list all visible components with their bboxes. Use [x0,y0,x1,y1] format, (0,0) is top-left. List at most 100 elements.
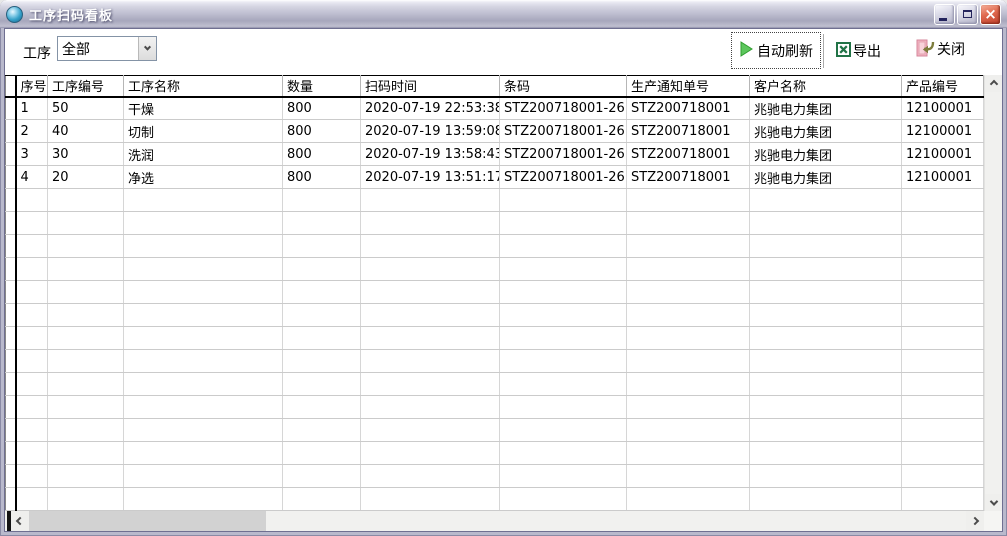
cell[interactable]: STZ200718001 [627,143,750,166]
cell[interactable]: 800 [283,143,361,166]
cell[interactable]: 2020-07-19 13:51:17 [361,166,500,189]
empty-cell [627,304,750,327]
empty-cell [902,235,984,258]
column-header[interactable]: 工序编号 [48,76,124,97]
empty-row [6,350,984,373]
cell[interactable]: 2020-07-19 13:58:43 [361,143,500,166]
table-row[interactable]: 150干燥8002020-07-19 22:53:38STZ200718001-… [6,97,984,120]
cell[interactable]: STZ200718001-26 [500,97,627,120]
horizontal-scroll-track[interactable] [266,511,966,531]
export-button[interactable]: 导出 [836,40,881,62]
column-header[interactable]: 数量 [283,76,361,97]
cell[interactable]: 12100001 [902,166,984,189]
column-header[interactable]: 扫码时间 [361,76,500,97]
empty-cell [361,304,500,327]
process-filter-value: 全部 [58,39,138,59]
empty-cell [902,281,984,304]
empty-cell [361,235,500,258]
empty-cell [750,442,902,465]
empty-cell [500,258,627,281]
cell[interactable]: STZ200718001-26 [500,120,627,143]
empty-row [6,327,984,350]
empty-cell [902,396,984,419]
column-header[interactable]: 条码 [500,76,627,97]
row-indicator [6,166,16,189]
combo-dropdown-button[interactable] [138,37,156,60]
cell[interactable]: 2020-07-19 13:59:08 [361,120,500,143]
empty-cell [750,488,902,511]
app-icon [6,6,23,23]
chevron-left-icon [16,517,24,525]
process-filter-select[interactable]: 全部 [57,36,157,61]
empty-cell [500,442,627,465]
cell[interactable]: 3 [16,143,48,166]
empty-cell [124,488,283,511]
cell[interactable]: 兆驰电力集团 [750,166,902,189]
cell[interactable]: STZ200718001 [627,166,750,189]
cell[interactable]: 800 [283,97,361,120]
vertical-scrollbar[interactable] [984,75,1002,511]
cell[interactable]: STZ200718001 [627,97,750,120]
column-header[interactable]: 产品编号 [902,76,984,97]
empty-cell [16,258,48,281]
empty-cell [627,258,750,281]
cell[interactable]: 洗润 [124,143,283,166]
cell[interactable]: 30 [48,143,124,166]
empty-cell [283,235,361,258]
chevron-down-icon [990,497,998,505]
table-row[interactable]: 420净选8002020-07-19 13:51:17STZ200718001-… [6,166,984,189]
cell[interactable]: 4 [16,166,48,189]
table-row[interactable]: 330洗润8002020-07-19 13:58:43STZ200718001-… [6,143,984,166]
cell[interactable]: 兆驰电力集团 [750,143,902,166]
column-header[interactable]: 序号 [16,76,48,97]
auto-refresh-button[interactable]: 自动刷新 [731,32,821,69]
cell[interactable]: 50 [48,97,124,120]
cell[interactable]: 净选 [124,166,283,189]
empty-cell [750,258,902,281]
cell[interactable]: STZ200718001-26 [500,143,627,166]
cell[interactable]: 12100001 [902,143,984,166]
column-header[interactable]: 客户名称 [750,76,902,97]
maximize-button[interactable] [957,4,978,25]
cell[interactable]: 兆驰电力集团 [750,120,902,143]
empty-cell [48,373,124,396]
table-row[interactable]: 240切制8002020-07-19 13:59:08STZ200718001-… [6,120,984,143]
scroll-left-button[interactable] [11,511,29,531]
cell[interactable]: 干燥 [124,97,283,120]
cell[interactable]: STZ200718001-26 [500,166,627,189]
empty-cell [627,327,750,350]
close-button[interactable]: × [980,4,1001,25]
column-header[interactable]: 工序名称 [124,76,283,97]
empty-cell [750,373,902,396]
column-header[interactable]: 生产通知单号 [627,76,750,97]
horizontal-scroll-thumb[interactable] [29,511,266,531]
scroll-down-button[interactable] [985,494,1002,511]
horizontal-scrollbar[interactable] [5,511,984,531]
cell[interactable]: 20 [48,166,124,189]
cell[interactable]: 切制 [124,120,283,143]
cell[interactable]: 800 [283,166,361,189]
empty-cell [627,235,750,258]
data-grid: 序号工序编号工序名称数量扫码时间条码生产通知单号客户名称产品编号150干燥800… [5,75,984,511]
empty-cell [361,189,500,212]
cell[interactable]: 1 [16,97,48,120]
close-window-button[interactable]: 关闭 [916,38,965,60]
empty-cell [750,350,902,373]
row-indicator [6,327,16,350]
cell[interactable]: 2020-07-19 22:53:38 [361,97,500,120]
empty-cell [902,327,984,350]
cell[interactable]: 兆驰电力集团 [750,97,902,120]
cell[interactable]: 2 [16,120,48,143]
cell[interactable]: 40 [48,120,124,143]
cell[interactable]: 800 [283,120,361,143]
scroll-up-button[interactable] [985,75,1002,92]
cell[interactable]: 12100001 [902,97,984,120]
empty-cell [361,212,500,235]
cell[interactable]: 12100001 [902,120,984,143]
cell[interactable]: STZ200718001 [627,120,750,143]
row-indicator [6,143,16,166]
titlebar[interactable]: 工序扫码看板 × [0,0,1007,28]
minimize-button[interactable] [934,4,955,25]
scroll-right-button[interactable] [966,511,984,531]
empty-cell [124,212,283,235]
